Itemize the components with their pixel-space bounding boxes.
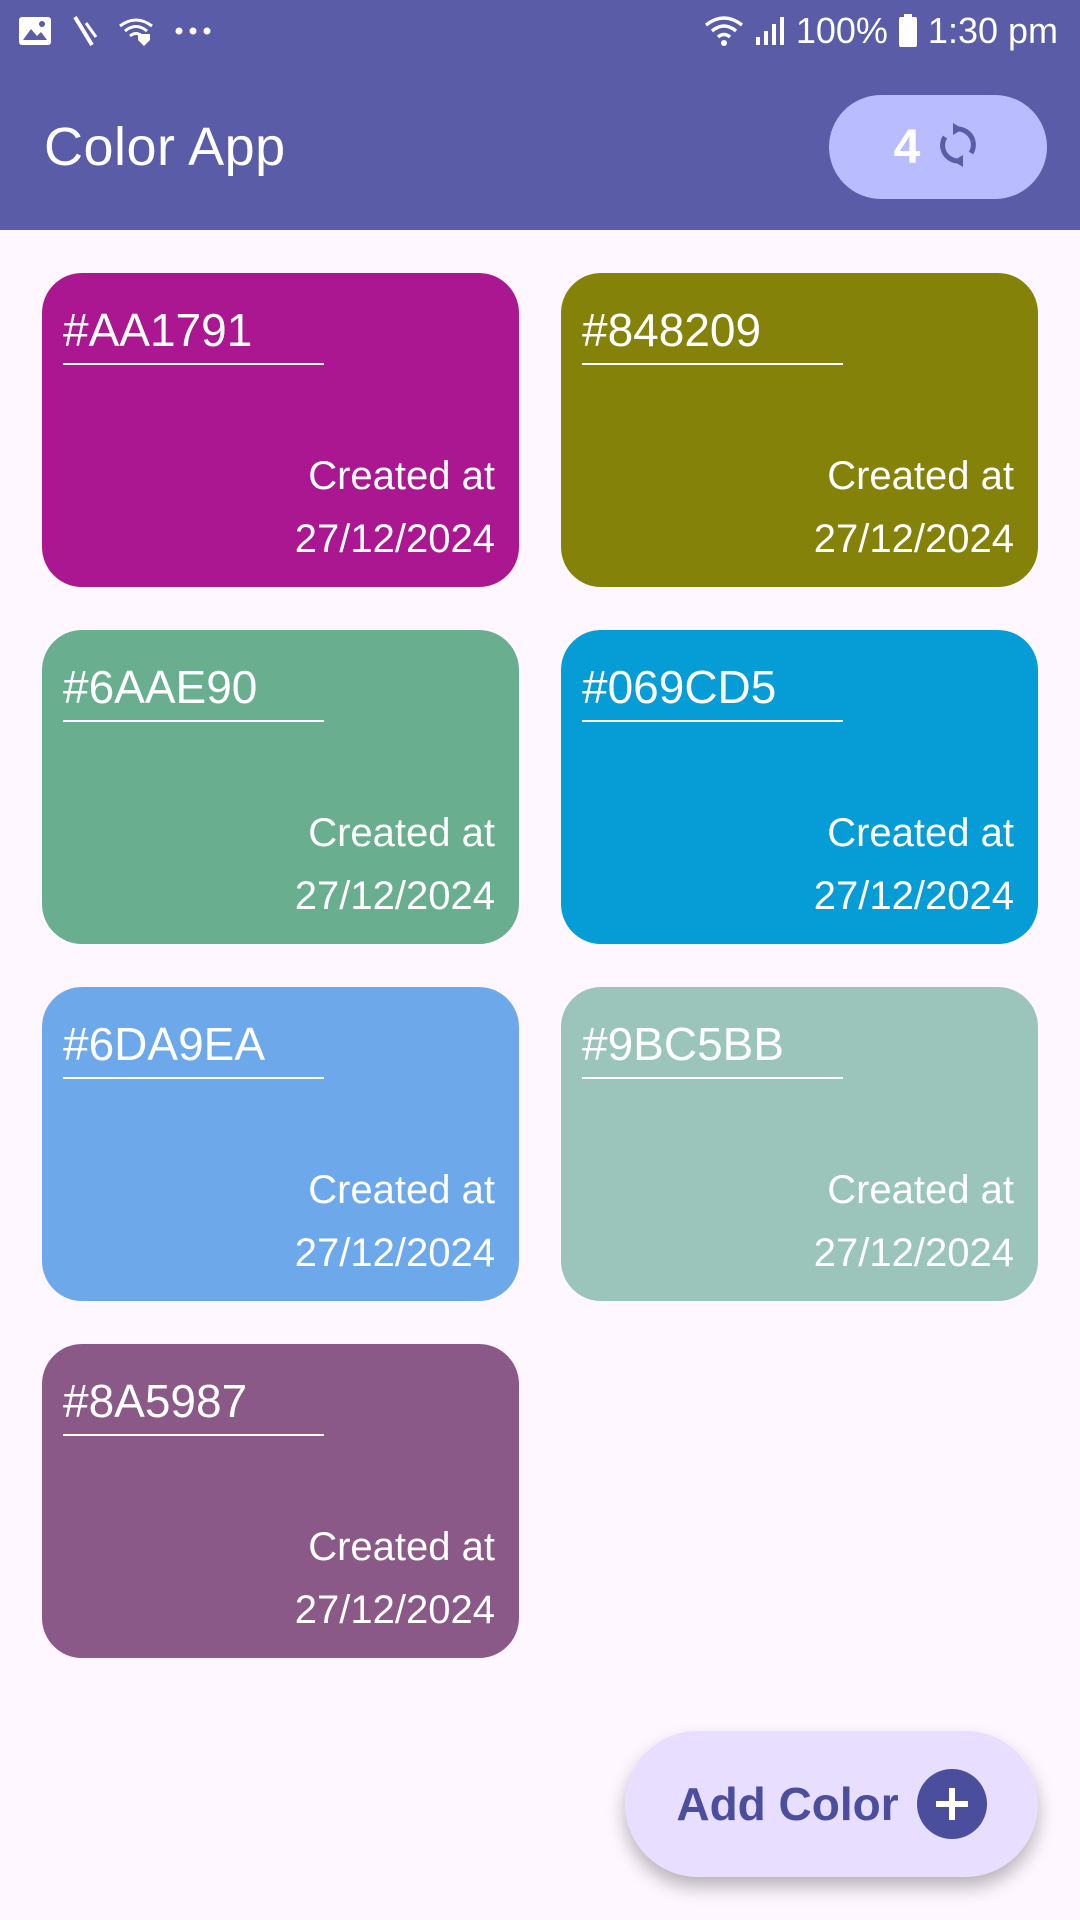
color-hex-label: #AA1791 [63,303,324,365]
signal-off-icon [72,15,98,47]
created-label: Created at [308,454,495,498]
color-card[interactable]: #6DA9EA Created at 27/12/2024 [42,987,519,1301]
color-hex-label: #848209 [582,303,843,365]
color-card[interactable]: #AA1791 Created at 27/12/2024 [42,273,519,587]
wifi-icon [704,15,744,47]
color-hex-label: #6AAE90 [63,660,324,722]
counter-value: 4 [893,120,921,174]
sync-icon [934,121,982,174]
created-label: Created at [308,811,495,855]
created-date: 27/12/2024 [294,1231,495,1275]
color-card[interactable]: #6AAE90 Created at 27/12/2024 [42,630,519,944]
color-card[interactable]: #848209 Created at 27/12/2024 [561,273,1038,587]
battery-icon [898,14,918,48]
created-info: Created at 27/12/2024 [814,1159,1014,1285]
image-icon [18,16,52,46]
more-dots-icon [174,26,212,36]
created-label: Created at [827,454,1014,498]
color-card[interactable]: #8A5987 Created at 27/12/2024 [42,1344,519,1658]
wifi-shield-icon [118,16,154,46]
add-color-button[interactable]: Add Color [625,1731,1038,1877]
app-title: Color App [44,117,286,177]
created-info: Created at 27/12/2024 [814,802,1014,928]
plus-icon [916,1769,987,1839]
status-right-icons: 100% 1:30 pm [704,10,1058,52]
created-info: Created at 27/12/2024 [295,445,495,571]
color-hex-label: #069CD5 [582,660,843,722]
created-date: 27/12/2024 [294,874,495,918]
color-grid: #AA1791 Created at 27/12/2024 #848209 Cr… [42,273,1038,1658]
created-info: Created at 27/12/2024 [295,802,495,928]
add-color-label: Add Color [676,1778,899,1830]
created-date: 27/12/2024 [813,517,1014,561]
created-date: 27/12/2024 [294,517,495,561]
refresh-counter-button[interactable]: 4 [829,95,1047,199]
created-date: 27/12/2024 [294,1588,495,1632]
status-left-icons [18,10,212,52]
created-info: Created at 27/12/2024 [295,1159,495,1285]
color-card[interactable]: #9BC5BB Created at 27/12/2024 [561,987,1038,1301]
created-label: Created at [308,1525,495,1569]
clock: 1:30 pm [927,10,1058,51]
created-info: Created at 27/12/2024 [814,445,1014,571]
signal-icon [754,15,786,47]
app-bar: Color App 4 [0,62,1080,230]
color-hex-label: #8A5987 [63,1374,324,1436]
created-label: Created at [827,1168,1014,1212]
color-hex-label: #6DA9EA [63,1017,324,1079]
status-bar: 100% 1:30 pm [0,0,1080,62]
created-label: Created at [308,1168,495,1212]
color-hex-label: #9BC5BB [582,1017,843,1079]
created-date: 27/12/2024 [813,1231,1014,1275]
color-card[interactable]: #069CD5 Created at 27/12/2024 [561,630,1038,944]
created-date: 27/12/2024 [813,874,1014,918]
created-label: Created at [827,811,1014,855]
battery-percent: 100% [795,10,888,51]
created-info: Created at 27/12/2024 [295,1516,495,1642]
